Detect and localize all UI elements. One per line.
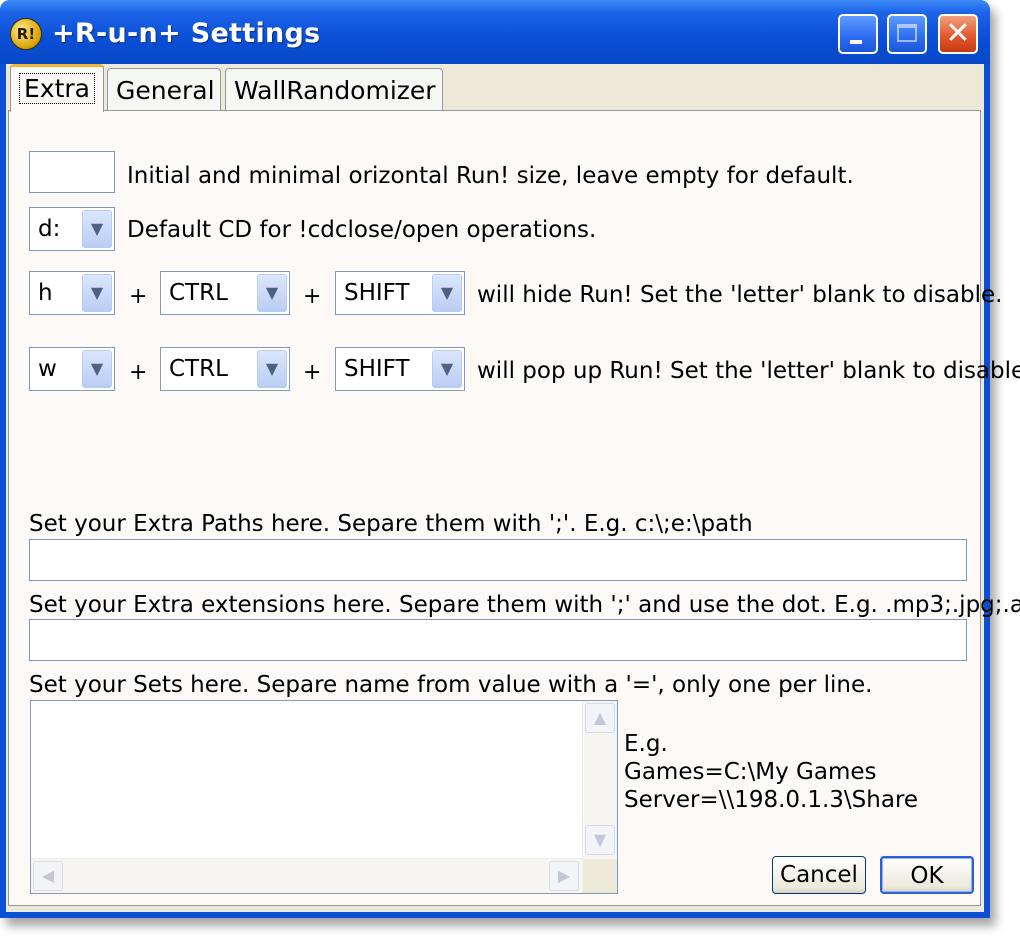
size-description: Initial and minimal orizontal Run! size,… <box>127 163 854 189</box>
maximize-button[interactable] <box>887 14 927 54</box>
hide-letter-select[interactable]: h ▼ <box>29 271 115 315</box>
tab-wallrandomizer[interactable]: WallRandomizer <box>225 68 443 110</box>
popup-mod2-value: SHIFT <box>344 356 410 382</box>
chevron-down-icon[interactable]: ▼ <box>432 350 462 388</box>
scroll-right-icon[interactable]: ▶ <box>549 861 579 891</box>
minimize-icon <box>850 40 862 44</box>
plus-sign: + <box>303 284 322 309</box>
hide-mod1-select[interactable]: CTRL ▼ <box>160 271 290 315</box>
size-input[interactable] <box>29 151 115 193</box>
example-line-1: E.g. <box>624 731 668 757</box>
popup-description: will pop up Run! Set the 'letter' blank … <box>477 358 1020 384</box>
chevron-down-icon[interactable]: ▼ <box>432 274 462 312</box>
plus-sign: + <box>129 284 148 309</box>
cd-drive-select[interactable]: d: ▼ <box>29 207 115 251</box>
chevron-down-icon[interactable]: ▼ <box>257 274 287 312</box>
tab-wallrandomizer-label: WallRandomizer <box>234 76 436 105</box>
paths-label: Set your Extra Paths here. Separe them w… <box>29 511 753 537</box>
scroll-down-icon[interactable]: ▼ <box>585 825 615 855</box>
maximize-icon <box>897 24 917 42</box>
chevron-down-icon[interactable]: ▼ <box>257 350 287 388</box>
popup-letter-value: w <box>38 356 57 382</box>
ok-button[interactable]: OK <box>880 856 974 894</box>
hide-mod2-select[interactable]: SHIFT ▼ <box>335 271 465 315</box>
chevron-down-icon[interactable]: ▼ <box>82 274 112 312</box>
chevron-down-icon[interactable]: ▼ <box>82 210 112 248</box>
plus-sign: + <box>303 360 322 385</box>
hide-mod1-value: CTRL <box>169 280 228 306</box>
example-line-2: Games=C:\My Games <box>624 759 877 785</box>
example-line-3: Server=\\198.0.1.3\Share <box>624 787 919 813</box>
paths-input[interactable] <box>29 539 967 581</box>
hide-mod2-value: SHIFT <box>344 280 410 306</box>
app-icon: R! <box>10 18 42 50</box>
vertical-scrollbar[interactable]: ▲ ▼ <box>582 701 617 859</box>
popup-mod1-value: CTRL <box>169 356 228 382</box>
popup-mod2-select[interactable]: SHIFT ▼ <box>335 347 465 391</box>
popup-letter-select[interactable]: w ▼ <box>29 347 115 391</box>
cd-description: Default CD for !cdclose/open operations. <box>127 217 597 243</box>
close-button[interactable]: ✕ <box>938 14 978 54</box>
extensions-input[interactable] <box>29 619 967 661</box>
scroll-left-icon[interactable]: ◀ <box>33 861 63 891</box>
cd-drive-value: d: <box>38 216 61 242</box>
scrollbar-corner <box>583 859 617 893</box>
tab-extra[interactable]: Extra <box>10 64 104 112</box>
title-bar[interactable]: R! +R-u-n+ Settings ✕ <box>0 0 990 64</box>
tab-extra-label: Extra <box>19 73 95 104</box>
scroll-up-icon[interactable]: ▲ <box>585 703 615 733</box>
close-icon: ✕ <box>945 16 971 51</box>
window-title: +R-u-n+ Settings <box>52 18 321 49</box>
tab-general-label: General <box>116 76 215 105</box>
hide-description: will hide Run! Set the 'letter' blank to… <box>477 282 1003 308</box>
dialog-client: Extra General WallRandomizer Initial and… <box>6 64 1020 912</box>
extensions-label: Set your Extra extensions here. Separe t… <box>29 592 1020 618</box>
sets-label: Set your Sets here. Separe name from val… <box>29 672 873 698</box>
minimize-button[interactable] <box>838 14 878 54</box>
sets-textarea[interactable]: ▲ ▼ ◀ ▶ <box>30 700 618 894</box>
tab-general[interactable]: General <box>107 68 221 110</box>
plus-sign: + <box>129 360 148 385</box>
popup-mod1-select[interactable]: CTRL ▼ <box>160 347 290 391</box>
settings-window: R! +R-u-n+ Settings ✕ Extra General Wall… <box>0 0 1020 918</box>
hide-letter-value: h <box>38 280 53 306</box>
cancel-button[interactable]: Cancel <box>772 856 866 894</box>
horizontal-scrollbar[interactable]: ◀ ▶ <box>31 858 583 893</box>
chevron-down-icon[interactable]: ▼ <box>82 350 112 388</box>
